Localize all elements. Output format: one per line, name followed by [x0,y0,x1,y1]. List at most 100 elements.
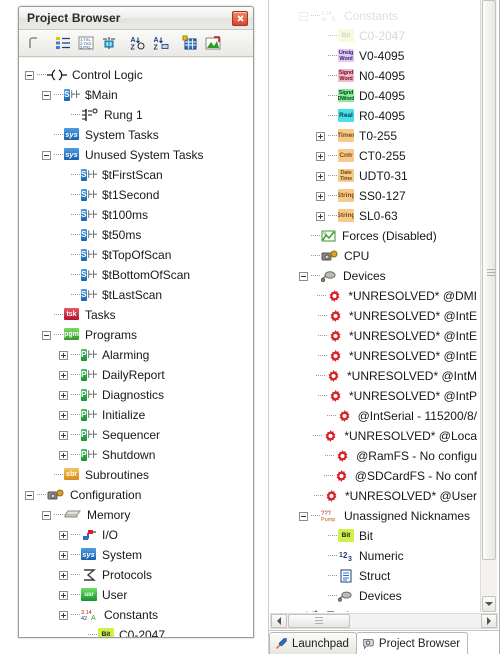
collapse-toggle-icon[interactable] [299,11,308,21]
tree-item-constants[interactable]: 3.14 42 A Constants [19,605,253,625]
tree-item-sequencer[interactable]: P ⊦⊦ Sequencer [19,425,253,445]
tree-item-r0-4095-2[interactable]: Real R0-4095 [269,106,477,126]
tab-launchpad[interactable]: Launchpad [269,632,357,654]
expand-toggle-icon[interactable] [316,191,325,201]
tree-item-subroutines[interactable]: sbr Subroutines [19,465,253,485]
grid-button[interactable] [179,32,201,54]
tree-item-unused-system-tasks[interactable]: sys Unused System Tasks [19,145,253,165]
sort-descending-button[interactable]: A Z [150,32,172,54]
tree-item-user[interactable]: usr User [19,585,253,605]
tree-item-udt0-31[interactable]: Date Time UDT0-31 [269,166,477,186]
tree-item-system[interactable]: sys System [19,545,253,565]
tree-item-v0-4095-2[interactable]: Unsig Word V0-4095 [269,46,477,66]
expand-toggle-icon[interactable] [59,370,68,380]
tree-item-ss0-127[interactable]: String SS0-127 [269,186,477,206]
tree-item-tools[interactable]: Tools [269,606,477,612]
tree-item-device-inte-2[interactable]: *UNRESOLVED* @IntE [269,326,477,346]
expand-toggle-icon[interactable] [59,430,68,440]
tree-item-initialize[interactable]: P ⊦⊦ Initialize [19,405,253,425]
right-tree-pane[interactable]: 3.14 42 A Constants Bit C0-2047 Unsig Word V0-40… [269,0,477,612]
tree-item-device-local[interactable]: *UNRESOLVED* @Loca [269,426,477,446]
tree-item-st50ms[interactable]: S ⊦⊦ $t50ms [19,225,253,245]
tree-item-memory[interactable]: Memory [19,505,253,525]
tree-item-nick-devices[interactable]: Devices [269,586,477,606]
collapse-toggle-icon[interactable] [42,510,51,520]
tree-item-control-logic[interactable]: Control Logic [19,65,253,85]
expand-toggle-icon[interactable] [59,530,68,540]
tree-item-device-ramfs[interactable]: @RamFS - No configu [269,446,477,466]
expand-toggle-icon[interactable] [316,131,325,141]
tree-item-device-intm[interactable]: *UNRESOLVED* @IntM [269,366,477,386]
tree-item-t0-255-2[interactable]: Timer T0-255 [269,126,477,146]
tree-item-device-sdcardfs[interactable]: @SDCardFS - No conf [269,466,477,486]
tree-item-device-dmi[interactable]: *UNRESOLVED* @DMI [269,286,477,306]
tree-item-io[interactable]: I/O [19,525,253,545]
collapse-toggle-icon[interactable] [299,511,308,521]
tree-item-alarming[interactable]: P ⊦⊦ Alarming [19,345,253,365]
collapse-toggle-icon[interactable] [42,330,51,340]
tree-item-rung-1[interactable]: Rung 1 [19,105,253,125]
scroll-down-button[interactable] [482,596,496,612]
horizontal-scrollbar-thumb[interactable] [288,614,350,628]
collapse-toggle-icon[interactable] [25,70,34,80]
left-tree-pane[interactable]: Control Logic S ⊦⊦ $Main Rung 1 sys System Tas… [19,58,253,637]
tree-item-stbottomofscan[interactable]: S ⊦⊦ $tBottomOfScan [19,265,253,285]
tree-item-st100ms[interactable]: S ⊦⊦ $t100ms [19,205,253,225]
horizontal-scrollbar[interactable] [270,613,498,629]
tree-item-device-user[interactable]: *UNRESOLVED* @User [269,486,477,506]
expand-toggle-icon[interactable] [59,610,68,620]
tree-item-stlastscan[interactable]: S ⊦⊦ $tLastScan [19,285,253,305]
tree-item-tasks[interactable]: tsk Tasks [19,305,253,325]
expand-toggle-icon[interactable] [316,211,325,221]
tree-item-main[interactable]: S ⊦⊦ $Main [19,85,253,105]
tree-item-d0-4095-2[interactable]: Signd DWord D0-4095 [269,86,477,106]
tree-item-system-tasks[interactable]: sys System Tasks [19,125,253,145]
tree-item-c0-2047-2[interactable]: Bit C0-2047 [269,26,477,46]
tree-item-programs[interactable]: pgm Programs [19,325,253,345]
expand-toggle-icon[interactable] [59,450,68,460]
view-rung-button[interactable] [23,32,45,54]
expand-all-button[interactable] [52,32,74,54]
tree-item-nick-numeric[interactable]: 1 2 3 Numeric [269,546,477,566]
tree-item-diagnostics[interactable]: P ⊦⊦ Diagnostics [19,385,253,405]
close-icon[interactable] [232,11,248,26]
tree-item-device-inte-3[interactable]: *UNRESOLVED* @IntE [269,346,477,366]
expand-toggle-icon[interactable] [59,390,68,400]
sort-ascending-button[interactable]: A Z [127,32,149,54]
tree-item-shutdown[interactable]: P ⊦⊦ Shutdown [19,445,253,465]
tree-item-unassigned-nicknames[interactable]: ??? Pump Unassigned Nicknames [269,506,477,526]
tree-item-device-intserial[interactable]: @IntSerial - 115200/8/ [269,406,477,426]
tree-item-devices[interactable]: Devices [269,266,477,286]
tree-item-device-inte-1[interactable]: *UNRESOLVED* @IntE [269,306,477,326]
tree-item-dailyreport[interactable]: P ⊦⊦ DailyReport [19,365,253,385]
vertical-scrollbar-thumb[interactable] [482,0,496,560]
expand-toggle-icon[interactable] [59,570,68,580]
vertical-scrollbar[interactable] [480,0,497,612]
expand-toggle-icon[interactable] [59,350,68,360]
tree-item-nick-struct[interactable]: Struct [269,566,477,586]
list-view-button[interactable]: 1.TXL 2.TXD 3.PXL [75,32,97,54]
expand-toggle-icon[interactable] [59,550,68,560]
tree-item-n0-4095-2[interactable]: Signd Word N0-4095 [269,66,477,86]
collapse-toggle-icon[interactable] [42,150,51,160]
tree-item-cpu[interactable]: CPU [269,246,477,266]
tree-item-configuration[interactable]: Configuration [19,485,253,505]
tree-item-device-intp[interactable]: *UNRESOLVED* @IntP [269,386,477,406]
expand-toggle-icon[interactable] [316,151,325,161]
tree-item-forces[interactable]: % Forces (Disabled) [269,226,477,246]
tree-item-ct0-255[interactable]: Cntr CT0-255 [269,146,477,166]
tree-item-st1second[interactable]: S ⊦⊦ $t1Second [19,185,253,205]
collapse-toggle-icon[interactable] [282,611,291,612]
collapse-toggle-icon[interactable] [299,271,308,281]
collapse-toggle-icon[interactable] [42,90,51,100]
expand-toggle-icon[interactable] [59,410,68,420]
export-button[interactable] [202,32,224,54]
tree-item-sl0-63[interactable]: String SL0-63 [269,206,477,226]
contacts-button[interactable] [98,32,120,54]
tree-item-nick-bit[interactable]: Bit Bit [269,526,477,546]
scroll-right-button[interactable] [481,614,497,628]
tree-item-protocols[interactable]: Protocols [19,565,253,585]
tab-project-browser[interactable]: Project Browser [355,632,469,654]
tree-item-constants-2[interactable]: 3.14 42 A Constants [269,6,477,26]
scroll-left-button[interactable] [271,614,287,628]
